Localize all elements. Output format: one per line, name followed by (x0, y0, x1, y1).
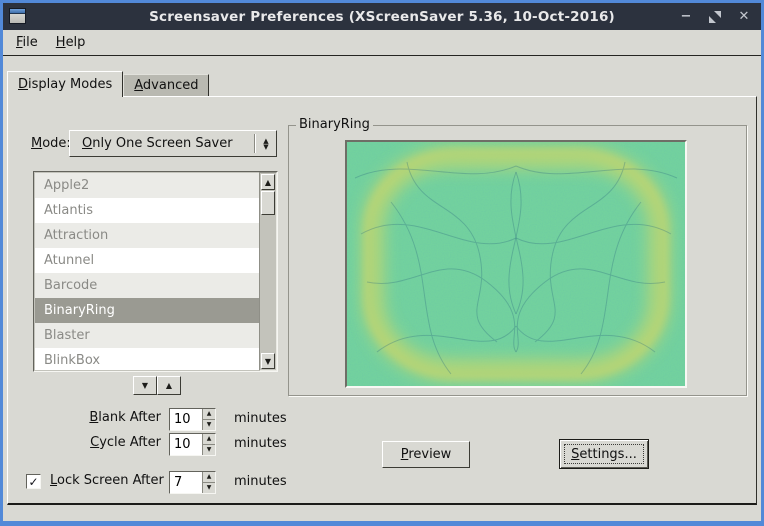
maximize-icon (709, 11, 721, 23)
spin-up-button[interactable]: ▲ (203, 434, 215, 445)
scrollbar-down-button[interactable]: ▼ (261, 353, 275, 369)
move-down-button[interactable]: ▼ (133, 376, 157, 395)
cycle-after-input[interactable] (170, 434, 202, 455)
maximize-button[interactable] (706, 8, 724, 26)
spin-down-button[interactable]: ▼ (203, 483, 215, 493)
settings-button[interactable]: Settings... (559, 439, 649, 469)
menu-help[interactable]: Help (47, 33, 95, 52)
dropdown-arrows-icon: ▲ ▼ (256, 138, 276, 150)
lock-screen-unit: minutes (234, 474, 287, 489)
move-up-button[interactable]: ▲ (157, 376, 181, 395)
lock-screen-label: Lock Screen After (50, 473, 164, 488)
scrollbar-thumb[interactable] (261, 191, 275, 215)
blank-after-unit: minutes (234, 411, 287, 426)
mode-dropdown[interactable]: Only One Screen Saver ▲ ▼ (69, 130, 277, 157)
lock-screen-checkbox[interactable]: ✓ (26, 474, 41, 489)
lock-screen-spin-buttons: ▲ ▼ (202, 472, 215, 493)
spin-up-button[interactable]: ▲ (203, 409, 215, 420)
lock-screen-input[interactable] (170, 472, 202, 493)
down-arrow-icon: ▼ (265, 357, 271, 366)
blank-after-spinbox: ▲ ▼ (169, 408, 216, 431)
preview-group-box: BinaryRing (288, 125, 747, 396)
list-scrollbar[interactable]: ▲ ▼ (259, 172, 277, 371)
display-modes-page: Mode: Only One Screen Saver ▲ ▼ Apple2 A… (7, 96, 757, 505)
close-button[interactable]: ✕ (735, 8, 753, 26)
list-item-barcode[interactable]: Barcode (35, 273, 261, 298)
screensaver-preview-image (345, 140, 687, 388)
up-arrow-icon: ▲ (265, 178, 271, 187)
up-arrow-icon: ▲ (166, 381, 172, 390)
titlebar: Screensaver Preferences (XScreenSaver 5.… (3, 3, 761, 30)
screensaver-list: Apple2 Atlantis Attraction Atunnel Barco… (33, 171, 278, 372)
list-item-atunnel[interactable]: Atunnel (35, 248, 261, 273)
window-title: Screensaver Preferences (XScreenSaver 5.… (149, 9, 615, 25)
spin-down-button[interactable]: ▼ (203, 445, 215, 455)
list-nav-buttons: ▼ ▲ (133, 376, 181, 395)
window-controls: − ✕ (677, 3, 753, 30)
cycle-after-spin-buttons: ▲ ▼ (202, 434, 215, 455)
minimize-button[interactable]: − (677, 8, 695, 26)
settings-button-focus-ring: Settings... (564, 444, 644, 464)
cycle-after-label: Cycle After (8, 435, 161, 450)
lock-screen-spinbox: ▲ ▼ (169, 471, 216, 494)
list-item-attraction[interactable]: Attraction (35, 223, 261, 248)
mode-label: Mode: (31, 136, 71, 151)
preview-button-label: Preview (401, 447, 452, 462)
cycle-after-spinbox: ▲ ▼ (169, 433, 216, 456)
notebook-tabs: Display Modes Advanced (7, 71, 209, 96)
minimize-icon: − (681, 9, 692, 24)
blank-after-spin-buttons: ▲ ▼ (202, 409, 215, 430)
cycle-after-row: Cycle After ▲ ▼ minutes (8, 433, 308, 455)
mode-dropdown-value: Only One Screen Saver (70, 136, 254, 151)
tab-display-modes[interactable]: Display Modes (7, 71, 123, 97)
tab-advanced[interactable]: Advanced (123, 74, 209, 96)
lock-screen-row: ✓ Lock Screen After ▲ ▼ minutes (8, 471, 308, 493)
preview-group-label: BinaryRing (296, 117, 373, 132)
list-item-apple2[interactable]: Apple2 (35, 173, 261, 198)
list-item-binaryring[interactable]: BinaryRing (35, 298, 261, 323)
checkmark-icon: ✓ (28, 475, 38, 489)
cycle-after-unit: minutes (234, 436, 287, 451)
list-item-blinkbox[interactable]: BlinkBox (35, 348, 261, 370)
list-item-atlantis[interactable]: Atlantis (35, 198, 261, 223)
scrollbar-up-button[interactable]: ▲ (261, 174, 275, 190)
spin-down-button[interactable]: ▼ (203, 420, 215, 430)
menu-file[interactable]: File (7, 33, 47, 52)
down-arrow-icon: ▼ (142, 381, 148, 390)
xscreensaver-preferences-window: Screensaver Preferences (XScreenSaver 5.… (0, 0, 764, 526)
menubar: File Help (3, 30, 761, 56)
preview-button[interactable]: Preview (382, 441, 470, 468)
window-icon (9, 8, 26, 24)
settings-button-label: Settings... (571, 447, 637, 462)
blank-after-row: Blank After ▲ ▼ minutes (8, 408, 308, 430)
blank-after-input[interactable] (170, 409, 202, 430)
blank-after-label: Blank After (8, 410, 161, 425)
close-icon: ✕ (739, 9, 750, 24)
spin-up-button[interactable]: ▲ (203, 472, 215, 483)
list-item-blaster[interactable]: Blaster (35, 323, 261, 348)
screensaver-list-rows: Apple2 Atlantis Attraction Atunnel Barco… (35, 173, 261, 370)
